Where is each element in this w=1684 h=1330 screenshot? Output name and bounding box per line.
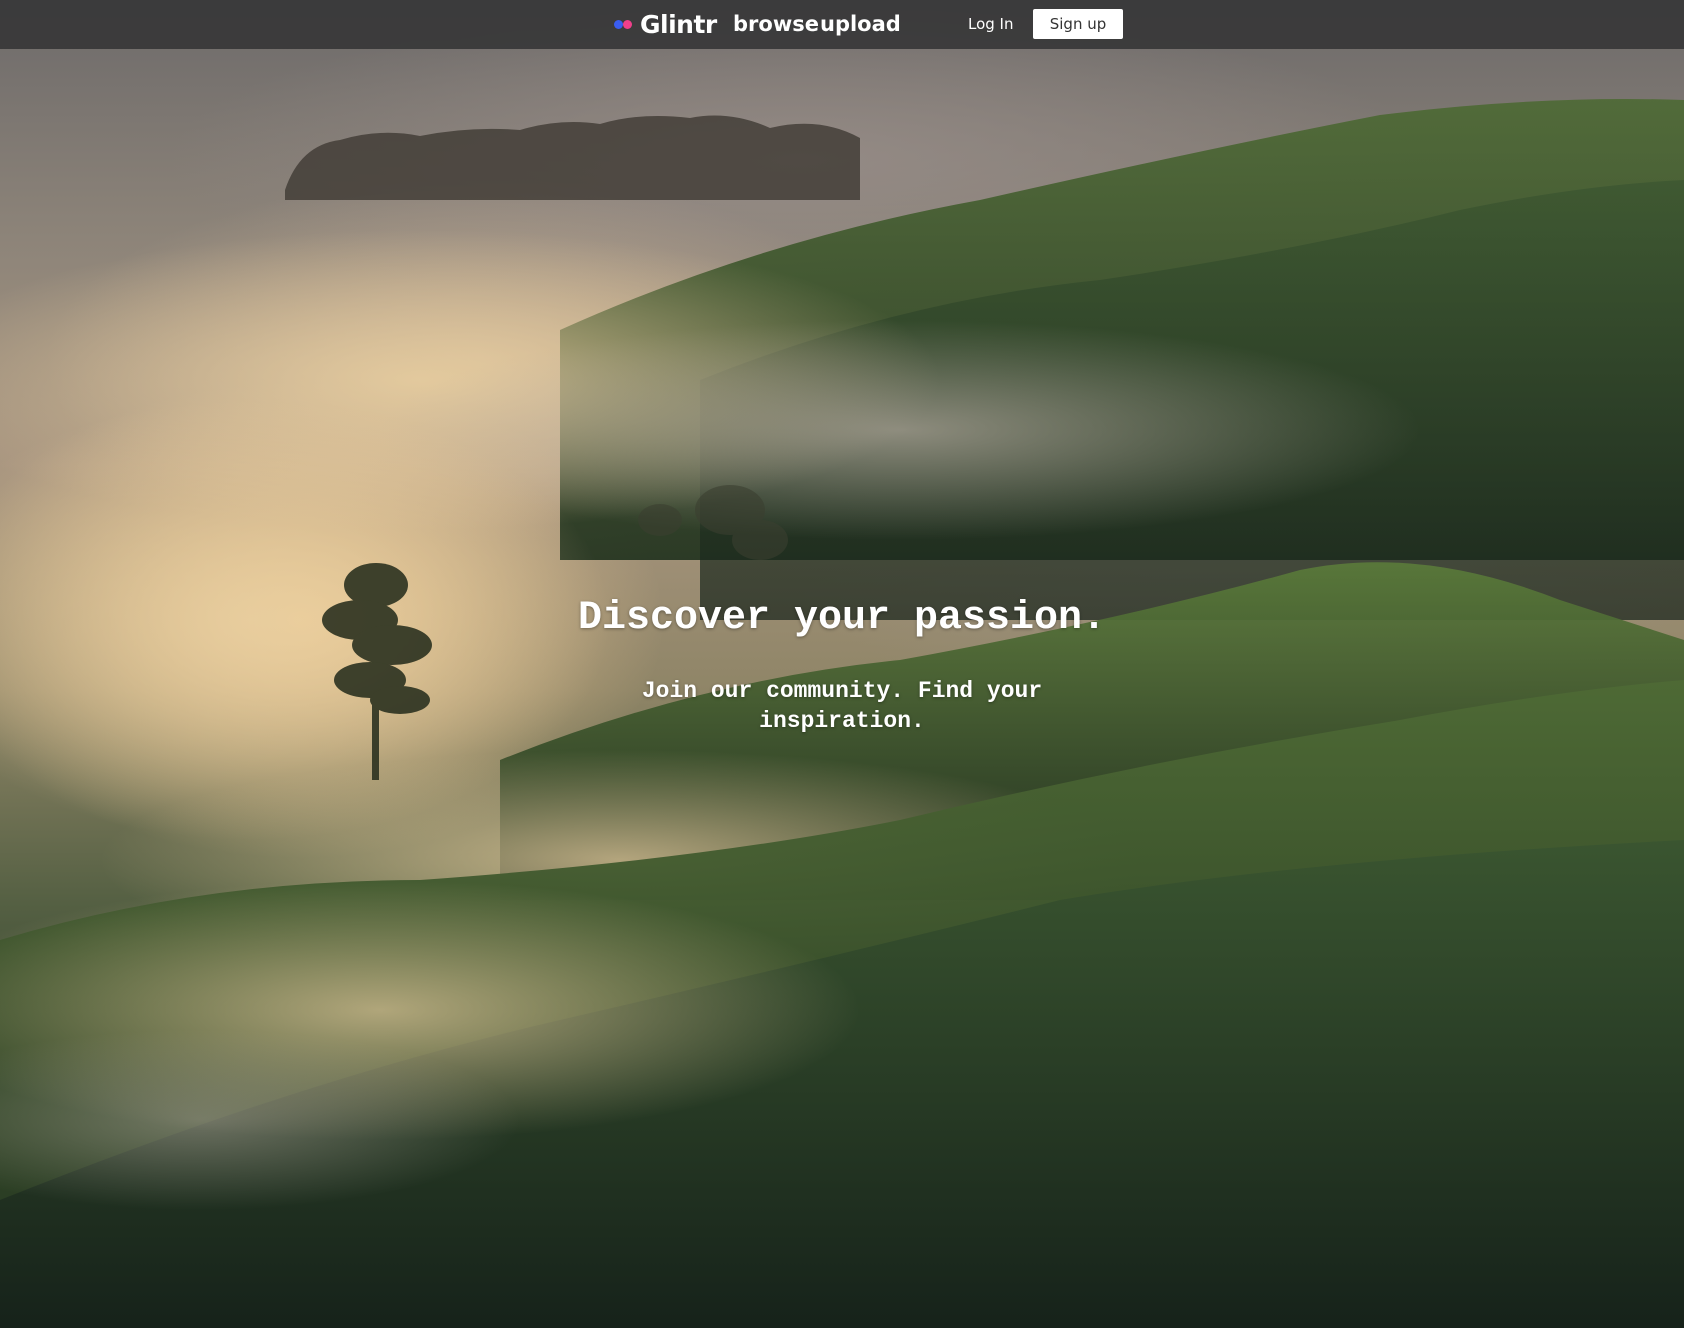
brand-logo[interactable]: Glintr [614,8,717,40]
hero-background-image [0,0,1684,1328]
page: Glintr browse upload Log In Sign up Disc… [0,0,1684,1330]
hero-title: Discover your passion. [577,596,1107,641]
signup-button[interactable]: Sign up [1033,9,1123,39]
logo-dot-blue [614,20,623,29]
top-navbar: Glintr browse upload Log In Sign up [0,0,1684,49]
logo-dots-icon [614,18,638,30]
nav-link-browse[interactable]: browse [733,12,819,36]
brand-name: Glintr [640,9,717,39]
nav-link-upload[interactable]: upload [820,12,901,36]
logo-dot-pink [623,20,632,29]
hero-subtitle: Join our community. Find your inspiratio… [641,678,1043,734]
misty-hills-illustration [0,99,1684,1328]
login-link[interactable]: Log In [968,15,1014,33]
